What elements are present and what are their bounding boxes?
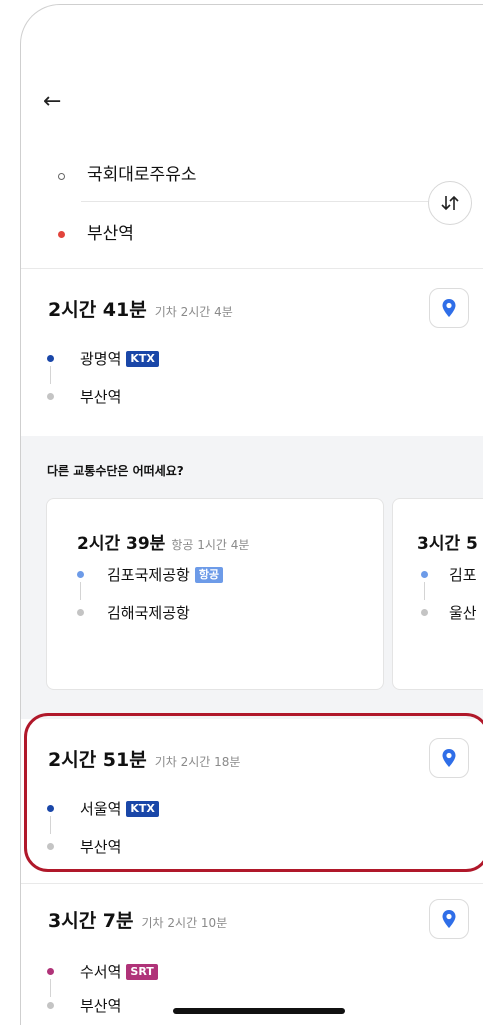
stop-connector — [50, 979, 51, 997]
station-name: 수서역 — [80, 963, 122, 981]
stop-dot-icon — [47, 1002, 54, 1009]
route-detail: 기차 2시간 4분 — [154, 305, 233, 319]
stop-dot-icon — [47, 393, 54, 400]
route-summary: 3시간 7분 기차 2시간 10분 — [48, 906, 227, 933]
selected-route-highlight — [24, 713, 483, 872]
stop-connector — [80, 582, 81, 600]
stop-dot-icon — [421, 571, 428, 578]
ktx-badge: KTX — [126, 350, 159, 367]
alt-detail: 항공 1시간 4분 — [171, 538, 250, 552]
map-pin-button[interactable] — [429, 288, 469, 328]
departure-station: 광명역 KTX — [80, 348, 159, 369]
route-duration: 3시간 7분 — [48, 910, 134, 932]
airport-name: 김포국제공항 — [107, 566, 190, 584]
arrival-station: 부산역 — [80, 997, 122, 1015]
departure-station: 수서역 SRT — [80, 961, 158, 982]
back-arrow-icon[interactable]: ← — [43, 91, 61, 113]
stop-connector — [424, 582, 425, 600]
departure-airport: 김포국제공항 항공 — [107, 564, 224, 585]
alternative-card[interactable]: 2시간 39분 항공 1시간 4분 김포국제공항 항공 김해국제공항 — [46, 498, 384, 690]
alt-duration: 3시간 5 — [417, 534, 478, 554]
stop-dot-icon — [421, 609, 428, 616]
alt-duration: 2시간 39분 — [77, 534, 166, 554]
stop-dot-icon — [77, 609, 84, 616]
stop-dot-icon — [77, 571, 84, 578]
origin-field[interactable]: 국회대로주유소 — [87, 160, 196, 185]
map-pin-button[interactable] — [429, 899, 469, 939]
departure-airport: 김포 — [449, 566, 477, 584]
destination-field[interactable]: 부산역 — [87, 219, 134, 244]
swap-icon — [441, 195, 459, 211]
map-pin-icon — [442, 910, 456, 928]
route-detail: 기차 2시간 10분 — [141, 916, 228, 930]
swap-button[interactable] — [428, 181, 472, 225]
arrival-airport: 김해국제공항 — [107, 604, 190, 622]
srt-badge: SRT — [126, 963, 158, 980]
field-divider — [81, 201, 441, 202]
stop-dot-icon — [47, 968, 54, 975]
stop-connector — [50, 366, 51, 384]
stop-dot-icon — [47, 355, 54, 362]
origin-marker-icon — [58, 173, 65, 180]
arrival-airport: 울산 — [449, 604, 477, 622]
route-duration: 2시간 41분 — [48, 299, 147, 321]
alternative-card[interactable]: 3시간 5 김포 울산 — [392, 498, 483, 690]
home-indicator[interactable] — [173, 1008, 345, 1014]
destination-marker-icon — [58, 231, 65, 238]
route-summary: 2시간 41분 기차 2시간 4분 — [48, 295, 233, 322]
route-card[interactable]: 3시간 7분 기차 2시간 10분 수서역 SRT 부산역 — [21, 884, 483, 1025]
section-heading: 다른 교통수단은 어떠세요? — [47, 464, 184, 478]
alt-summary: 3시간 5 — [417, 529, 478, 554]
station-name: 광명역 — [80, 350, 122, 368]
map-pin-icon — [442, 299, 456, 317]
route-card[interactable]: 2시간 41분 기차 2시간 4분 광명역 KTX 부산역 — [21, 269, 483, 434]
alt-summary: 2시간 39분 항공 1시간 4분 — [77, 529, 249, 554]
alternative-transport-section: 다른 교통수단은 어떠세요? 2시간 39분 항공 1시간 4분 김포국제공항 항… — [21, 436, 483, 719]
air-badge: 항공 — [194, 566, 224, 583]
arrival-station: 부산역 — [80, 388, 122, 406]
